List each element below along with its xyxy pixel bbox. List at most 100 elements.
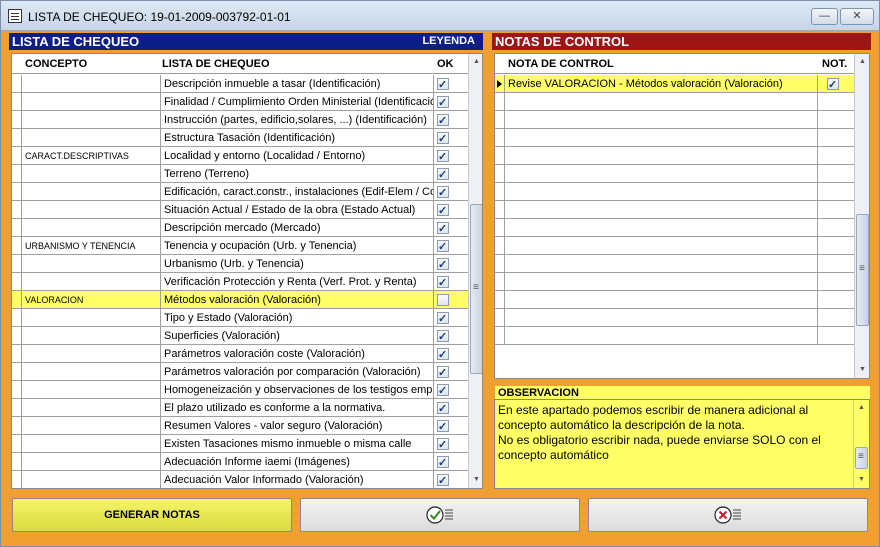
checklist-row[interactable]: Adecuación Informe iaemi (Imágenes) bbox=[12, 453, 468, 471]
ok-checkbox[interactable] bbox=[437, 274, 449, 291]
row-selector[interactable] bbox=[495, 237, 505, 255]
row-selector[interactable] bbox=[12, 183, 22, 201]
checklist-row[interactable]: Superficies (Valoración) bbox=[12, 327, 468, 345]
row-selector[interactable] bbox=[12, 201, 22, 219]
column-header-concepto[interactable]: CONCEPTO bbox=[25, 58, 87, 70]
scroll-thumb[interactable] bbox=[470, 204, 482, 374]
checklist-row[interactable]: Resumen Valores - valor seguro (Valoraci… bbox=[12, 417, 468, 435]
generate-notes-button[interactable]: GENERAR NOTAS bbox=[12, 498, 292, 532]
control-notes-scrollbar[interactable]: ▲ ▼ bbox=[854, 54, 869, 378]
ok-checkbox[interactable] bbox=[437, 166, 449, 183]
empty-note-row[interactable] bbox=[495, 273, 854, 291]
ok-checkbox[interactable] bbox=[437, 400, 449, 417]
ok-checkbox[interactable] bbox=[437, 364, 449, 381]
empty-note-row[interactable] bbox=[495, 93, 854, 111]
ok-checkbox[interactable] bbox=[437, 436, 449, 453]
row-selector[interactable] bbox=[12, 111, 22, 129]
checklist-row[interactable]: Parámetros valoración coste (Valoración) bbox=[12, 345, 468, 363]
row-selector[interactable] bbox=[495, 147, 505, 165]
checklist-row[interactable]: Parámetros valoración por comparación (V… bbox=[12, 363, 468, 381]
minimize-button[interactable]: — bbox=[811, 8, 838, 25]
ok-checkbox[interactable] bbox=[437, 148, 449, 165]
ok-checkbox[interactable] bbox=[437, 256, 449, 273]
row-selector[interactable] bbox=[12, 93, 22, 111]
empty-note-row[interactable] bbox=[495, 327, 854, 345]
checklist-row[interactable]: Descripción inmueble a tasar (Identifica… bbox=[12, 75, 468, 93]
ok-checkbox[interactable] bbox=[437, 220, 449, 237]
empty-note-row[interactable] bbox=[495, 219, 854, 237]
row-selector[interactable] bbox=[12, 165, 22, 183]
row-selector[interactable] bbox=[12, 417, 22, 435]
scroll-down-icon[interactable]: ▼ bbox=[469, 472, 482, 488]
ok-checkbox[interactable] bbox=[437, 202, 449, 219]
row-selector[interactable] bbox=[12, 219, 22, 237]
row-selector[interactable] bbox=[495, 129, 505, 147]
checklist-row[interactable]: Terreno (Terreno) bbox=[12, 165, 468, 183]
scroll-up-icon[interactable]: ▲ bbox=[469, 54, 482, 70]
row-selector[interactable] bbox=[495, 255, 505, 273]
scroll-thumb[interactable] bbox=[855, 447, 868, 469]
scroll-thumb[interactable] bbox=[856, 214, 869, 326]
checklist-row[interactable]: Instrucción (partes, edificio,solares, .… bbox=[12, 111, 468, 129]
ok-checkbox[interactable] bbox=[437, 310, 449, 327]
row-selector[interactable] bbox=[495, 219, 505, 237]
column-header-lista[interactable]: LISTA DE CHEQUEO bbox=[162, 58, 270, 70]
row-selector[interactable] bbox=[495, 273, 505, 291]
checklist-row[interactable]: CARACT.DESCRIPTIVAS Localidad y entorno (… bbox=[12, 147, 468, 165]
ok-checkbox[interactable] bbox=[437, 184, 449, 201]
row-selector[interactable] bbox=[12, 309, 22, 327]
column-header-nota[interactable]: NOTA DE CONTROL bbox=[508, 58, 614, 70]
checklist-row[interactable]: Urbanismo (Urb. y Tenencia) bbox=[12, 255, 468, 273]
empty-note-row[interactable] bbox=[495, 165, 854, 183]
checklist-row[interactable]: Homogeneización y observaciones de los t… bbox=[12, 381, 468, 399]
scroll-up-icon[interactable]: ▲ bbox=[854, 400, 869, 416]
row-selector[interactable] bbox=[495, 327, 505, 345]
checklist-row[interactable]: Tipo y Estado (Valoración) bbox=[12, 309, 468, 327]
control-note-row[interactable]: Revise VALORACION - Métodos valoración (… bbox=[495, 75, 854, 93]
empty-note-row[interactable] bbox=[495, 291, 854, 309]
row-selector[interactable] bbox=[12, 291, 22, 309]
row-selector[interactable] bbox=[12, 345, 22, 363]
ok-checkbox[interactable] bbox=[437, 112, 449, 129]
checklist-row[interactable]: Finalidad / Cumplimiento Orden Ministeri… bbox=[12, 93, 468, 111]
ok-checkbox[interactable] bbox=[437, 454, 449, 471]
notify-checkbox[interactable] bbox=[827, 76, 839, 93]
observation-text[interactable]: En este apartado podemos escribir de man… bbox=[498, 403, 850, 463]
row-selector[interactable] bbox=[495, 201, 505, 219]
row-selector[interactable] bbox=[12, 363, 22, 381]
ok-checkbox[interactable] bbox=[437, 328, 449, 345]
observation-textarea[interactable]: En este apartado podemos escribir de man… bbox=[494, 399, 870, 489]
empty-note-row[interactable] bbox=[495, 309, 854, 327]
ok-checkbox[interactable] bbox=[437, 294, 449, 306]
checklist-row[interactable]: VALORACION Métodos valoración (Valoración… bbox=[12, 291, 468, 309]
checklist-row[interactable]: Existen Tasaciones mismo inmueble o mism… bbox=[12, 435, 468, 453]
checklist-row[interactable]: Adecuación Valor Informado (Valoración) bbox=[12, 471, 468, 488]
row-selector[interactable] bbox=[12, 129, 22, 147]
scroll-down-icon[interactable]: ▼ bbox=[854, 472, 869, 488]
row-selector[interactable] bbox=[12, 471, 22, 488]
checklist-row[interactable]: URBANISMO Y TENENCIA Tenencia y ocupación… bbox=[12, 237, 468, 255]
empty-note-row[interactable] bbox=[495, 255, 854, 273]
column-header-not[interactable]: NOT. bbox=[822, 58, 847, 70]
empty-note-row[interactable] bbox=[495, 183, 854, 201]
row-selector[interactable] bbox=[495, 75, 505, 93]
checklist-row[interactable]: Verificación Protección y Renta (Verf. P… bbox=[12, 273, 468, 291]
row-selector[interactable] bbox=[12, 453, 22, 471]
row-selector[interactable] bbox=[495, 291, 505, 309]
ok-checkbox[interactable] bbox=[437, 238, 449, 255]
empty-note-row[interactable] bbox=[495, 201, 854, 219]
row-selector[interactable] bbox=[12, 327, 22, 345]
ok-checkbox[interactable] bbox=[437, 418, 449, 435]
cancel-button[interactable] bbox=[588, 498, 868, 532]
empty-note-row[interactable] bbox=[495, 129, 854, 147]
ok-checkbox[interactable] bbox=[437, 76, 449, 93]
checklist-scrollbar[interactable]: ▲ ▼ bbox=[468, 54, 482, 488]
row-selector[interactable] bbox=[495, 183, 505, 201]
checklist-row[interactable]: Situación Actual / Estado de la obra (Es… bbox=[12, 201, 468, 219]
close-button[interactable]: ✕ bbox=[840, 8, 874, 25]
row-selector[interactable] bbox=[495, 165, 505, 183]
ok-checkbox[interactable] bbox=[437, 346, 449, 363]
scroll-down-icon[interactable]: ▼ bbox=[855, 362, 869, 378]
row-selector[interactable] bbox=[12, 147, 22, 165]
checklist-row[interactable]: Descripción mercado (Mercado) bbox=[12, 219, 468, 237]
